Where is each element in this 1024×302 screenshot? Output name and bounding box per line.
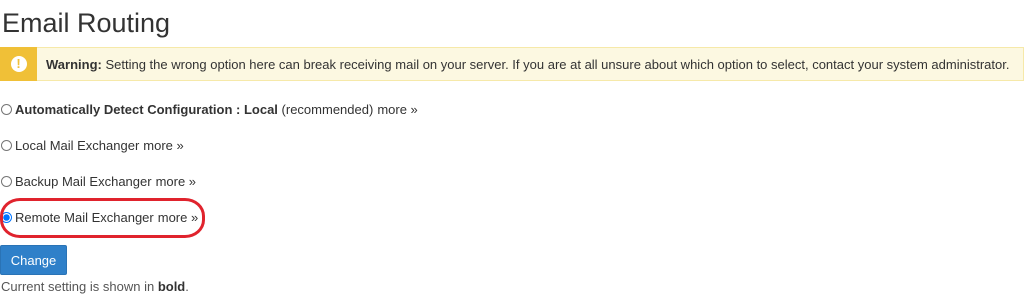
- option-backup-label: Backup Mail Exchanger: [15, 174, 152, 189]
- more-link-auto-detect[interactable]: more »: [377, 102, 417, 117]
- footnote-prefix: Current setting is shown in: [1, 279, 155, 294]
- radio-remote-mail-exchanger[interactable]: [1, 212, 12, 223]
- page-title: Email Routing: [2, 8, 171, 38]
- warning-message: Setting the wrong option here can break …: [105, 56, 1010, 72]
- exclamation-icon: !: [10, 56, 27, 72]
- radio-backup-mail-exchanger[interactable]: [1, 176, 12, 187]
- change-button[interactable]: Change: [0, 245, 67, 275]
- option-auto-detect-label: Automatically Detect Configuration : Loc…: [15, 102, 278, 117]
- more-link-local[interactable]: more »: [143, 138, 183, 153]
- warning-label: Warning:: [46, 56, 102, 72]
- option-local-label: Local Mail Exchanger: [15, 138, 140, 153]
- option-remote-label: Remote Mail Exchanger: [15, 210, 154, 225]
- more-link-backup[interactable]: more »: [156, 174, 196, 189]
- footnote-bold-word: bold: [157, 279, 186, 294]
- option-local-mail-exchanger[interactable]: Local Mail Exchanger more »: [1, 138, 184, 153]
- option-remote-mail-exchanger[interactable]: Remote Mail Exchanger more »: [1, 210, 198, 225]
- warning-icon-box: !: [0, 47, 37, 81]
- warning-text: Warning: Setting the wrong option here c…: [46, 57, 1009, 72]
- option-auto-detect[interactable]: Automatically Detect Configuration : Loc…: [1, 102, 418, 117]
- option-backup-mail-exchanger[interactable]: Backup Mail Exchanger more »: [1, 174, 196, 189]
- email-routing-page: Email Routing ! Warning: Setting the wro…: [0, 0, 1024, 302]
- warning-banner: ! Warning: Setting the wrong option here…: [0, 47, 1024, 81]
- radio-auto-detect[interactable]: [1, 104, 12, 115]
- more-link-remote[interactable]: more »: [158, 210, 198, 225]
- footnote-suffix: .: [185, 279, 189, 294]
- radio-local-mail-exchanger[interactable]: [1, 140, 12, 151]
- footnote: Current setting is shown in bold.: [1, 279, 189, 294]
- option-auto-detect-suffix: (recommended): [281, 102, 374, 117]
